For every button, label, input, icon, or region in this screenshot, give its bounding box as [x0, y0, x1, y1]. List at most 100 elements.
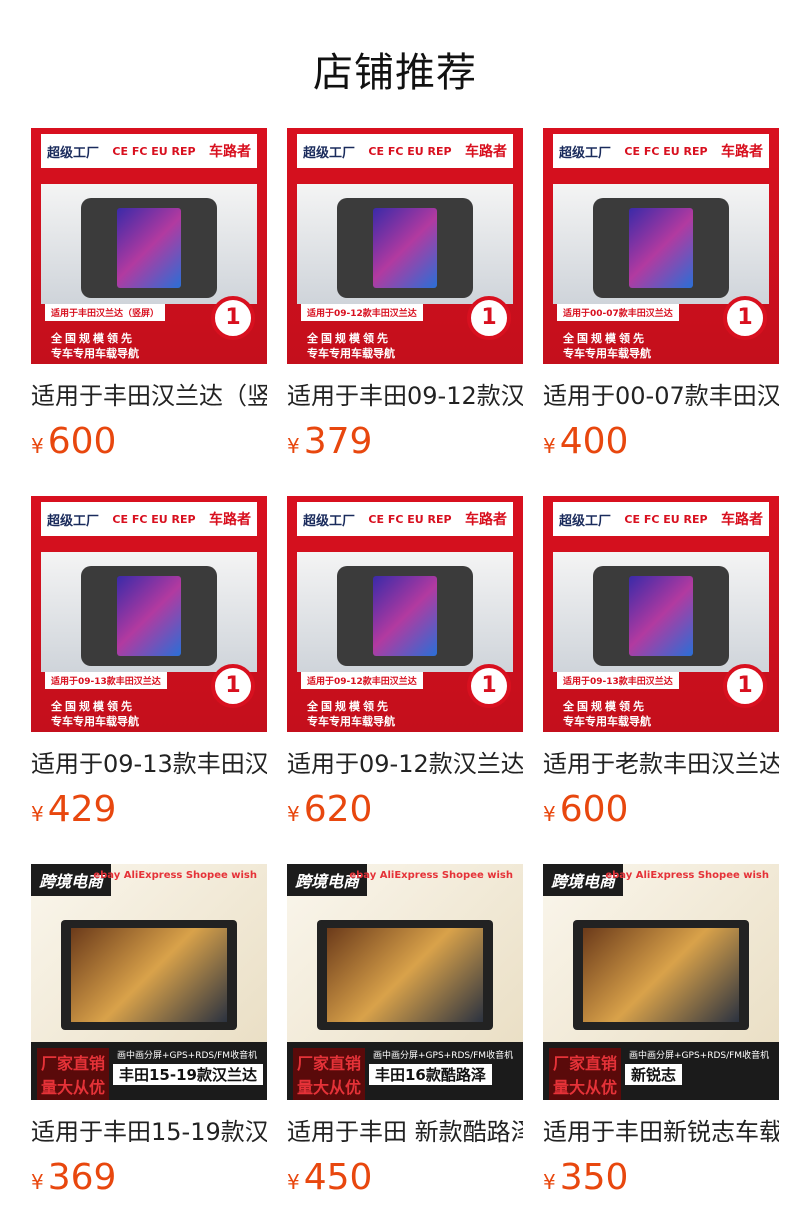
slogan-line-2: 专车专用车载导航 [51, 347, 139, 360]
price-value: 620 [303, 789, 373, 830]
location-pin-icon: 1 [723, 664, 767, 708]
product-image[interactable]: 超级工厂 CE FC EU REP 车路者 适用于09-13款丰田汉兰达 全国规模领先专… [543, 496, 779, 732]
fit-label: 适用于09-13款丰田汉兰达 [45, 672, 167, 689]
fit-label: 适用于09-12款丰田汉兰达 [301, 304, 423, 321]
brand-logo-text: 超级工厂 [559, 145, 612, 161]
model-label: 丰田15-19款汉兰达 [113, 1064, 263, 1085]
product-name[interactable]: 适用于丰田新锐志车载 [543, 1112, 779, 1147]
product-card[interactable]: 跨境电商 ebay AliExpress Shopee wish 厂家直销 量大从优画… [543, 864, 779, 1198]
product-card[interactable]: 超级工厂 CE FC EU REP 车路者 适用于09-13款丰田汉兰达 全国规模领先专… [543, 496, 779, 830]
brand-logo-text: 超级工厂 [303, 513, 356, 529]
promo-tag-2: 量大从优 [37, 1072, 110, 1100]
slogan-line-1: 全国规模领先 [563, 700, 647, 713]
price-value: 450 [303, 1157, 373, 1198]
price-value: 379 [303, 421, 373, 462]
head-unit-screen [117, 576, 181, 656]
brand-name: 车路者 [208, 144, 251, 160]
slogan-line-2: 专车专用车载导航 [51, 715, 139, 728]
cert-marks: CE FC EU REP [368, 512, 452, 526]
product-price: ¥369 [31, 1157, 267, 1198]
section-title: 店铺推荐 [313, 50, 477, 96]
brand-name: 车路者 [720, 144, 763, 160]
cert-marks: CE FC EU REP [624, 144, 708, 158]
price-value: 400 [559, 421, 629, 462]
brand-logo-text: 超级工厂 [559, 513, 612, 529]
currency-symbol: ¥ [31, 1170, 44, 1194]
marketplace-logos: ebay AliExpress Shopee wish [605, 870, 769, 881]
location-pin-icon: 1 [467, 664, 511, 708]
cert-marks: CE FC EU REP [368, 144, 452, 158]
currency-symbol: ¥ [287, 1170, 300, 1194]
product-image[interactable]: 超级工厂 CE FC EU REP 车路者 适用于丰田汉兰达（竖屏） 全国规模领先 专车专… [31, 128, 267, 364]
head-unit-screen [373, 576, 437, 656]
product-name[interactable]: 适用于老款丰田汉兰达 [543, 744, 779, 779]
cert-marks: CE FC EU REP [112, 144, 196, 158]
product-image[interactable]: 跨境电商 ebay AliExpress Shopee wish 厂家直销 量大从优画… [287, 864, 523, 1100]
product-card[interactable]: 超级工厂 CE FC EU REP 车路者适用于丰田汉兰达（竖屏） 全国规模领先 专车专… [31, 128, 267, 462]
brand-name: 车路者 [464, 144, 507, 160]
fit-label: 适用于00-07款丰田汉兰达 [557, 304, 679, 321]
location-pin-icon: 1 [211, 664, 255, 708]
currency-symbol: ¥ [287, 802, 300, 826]
product-name[interactable]: 适用于09-12款汉兰达竖屏 [287, 744, 523, 779]
product-price: ¥350 [543, 1157, 779, 1198]
product-card[interactable]: 超级工厂 CE FC EU REP 车路者适用于09-12款丰田汉兰达全国规模领先专… [287, 128, 523, 462]
slogan-line-2: 专车专用车载导航 [307, 347, 395, 360]
product-image[interactable]: 超级工厂 CE FC EU REP 车路者适用于09-12款丰田汉兰达全国规模领先专… [287, 128, 523, 364]
feature-text: 画中画分屏+GPS+RDS/FM收音机 [629, 1051, 770, 1061]
location-pin-icon: 1 [211, 296, 255, 340]
product-price: ¥379 [287, 421, 523, 462]
fit-label: 适用于09-12款丰田汉兰达 [301, 672, 423, 689]
product-image[interactable]: 跨境电商 ebay AliExpress Shopee wish 厂家直销 量大从优画… [31, 864, 267, 1100]
product-card[interactable]: 超级工厂 CE FC EU REP 车路者 适用于09-13款丰田汉兰达 全国规模领先专… [31, 496, 267, 830]
product-name[interactable]: 适用于09-13款丰田汉兰达 [31, 744, 267, 779]
price-value: 369 [47, 1157, 117, 1198]
product-image[interactable]: 跨境电商 ebay AliExpress Shopee wish 厂家直销 量大从优画… [543, 864, 779, 1100]
location-pin-icon: 1 [723, 296, 767, 340]
product-name[interactable]: 适用于丰田15-19款汉兰达 [31, 1112, 267, 1147]
brand-header: 超级工厂 CE FC EU REP 车路者 [41, 502, 257, 536]
feature-text: 画中画分屏+GPS+RDS/FM收音机 [117, 1051, 258, 1061]
slogan-line-1: 全国规模领先 [51, 700, 135, 713]
head-unit-screen [373, 208, 437, 288]
slogan-line-1: 全国规模领先 [307, 332, 391, 345]
promo-tag-2: 量大从优 [549, 1072, 622, 1100]
brand-header: 超级工厂 CE FC EU REP 车路者 [41, 134, 257, 168]
brand-header: 超级工厂 CE FC EU REP 车路者 [297, 502, 513, 536]
brand-header: 超级工厂 CE FC EU REP 车路者 [553, 502, 769, 536]
currency-symbol: ¥ [543, 802, 556, 826]
product-image[interactable]: 超级工厂 CE FC EU REP 车路者 适用于09-12款丰田汉兰达 全国规模领先专… [287, 496, 523, 732]
product-name[interactable]: 适用于丰田汉兰达（竖屏） [31, 376, 267, 411]
currency-symbol: ¥ [543, 1170, 556, 1194]
product-name[interactable]: 适用于丰田09-12款汉兰达 [287, 376, 523, 411]
currency-symbol: ¥ [31, 434, 44, 458]
slogan-line-1: 全国规模领先 [51, 332, 135, 345]
brand-header: 超级工厂 CE FC EU REP 车路者 [297, 134, 513, 168]
marketplace-logos: ebay AliExpress Shopee wish [349, 870, 513, 881]
product-name[interactable]: 适用于00-07款丰田汉兰达 [543, 376, 779, 411]
product-card[interactable]: 跨境电商 ebay AliExpress Shopee wish 厂家直销 量大从优画… [287, 864, 523, 1198]
head-unit-screen [327, 928, 483, 1022]
brand-logo-text: 超级工厂 [303, 145, 356, 161]
product-name[interactable]: 适用于丰田 新款酷路泽 [287, 1112, 523, 1147]
head-unit-screen [71, 928, 227, 1022]
product-price: ¥429 [31, 789, 267, 830]
product-image[interactable]: 超级工厂 CE FC EU REP 车路者适用于09-13款丰田汉兰达全国规模领先专… [31, 496, 267, 732]
head-unit-screen [583, 928, 739, 1022]
cert-marks: CE FC EU REP [112, 512, 196, 526]
slogan-line-2: 专车专用车载导航 [563, 715, 651, 728]
currency-symbol: ¥ [31, 802, 44, 826]
product-price: ¥620 [287, 789, 523, 830]
product-price: ¥600 [543, 789, 779, 830]
product-image[interactable]: 超级工厂 CE FC EU REP 车路者 适用于00-07款丰田汉兰达 全国规模领先专… [543, 128, 779, 364]
slogan-line-1: 全国规模领先 [307, 700, 391, 713]
product-price: ¥400 [543, 421, 779, 462]
product-card[interactable]: 超级工厂 CE FC EU REP 车路者 适用于09-12款丰田汉兰达 全国规模领先专… [287, 496, 523, 830]
brand-logo-text: 超级工厂 [47, 145, 100, 161]
product-card[interactable]: 超级工厂 CE FC EU REP 车路者 适用于00-07款丰田汉兰达 全国规模领先专… [543, 128, 779, 462]
price-value: 429 [47, 789, 117, 830]
product-price: ¥600 [31, 421, 267, 462]
promo-tag-2: 量大从优 [293, 1072, 366, 1100]
product-card[interactable]: 跨境电商 ebay AliExpress Shopee wish 厂家直销 量大从优画… [31, 864, 267, 1198]
brand-name: 车路者 [464, 512, 507, 528]
